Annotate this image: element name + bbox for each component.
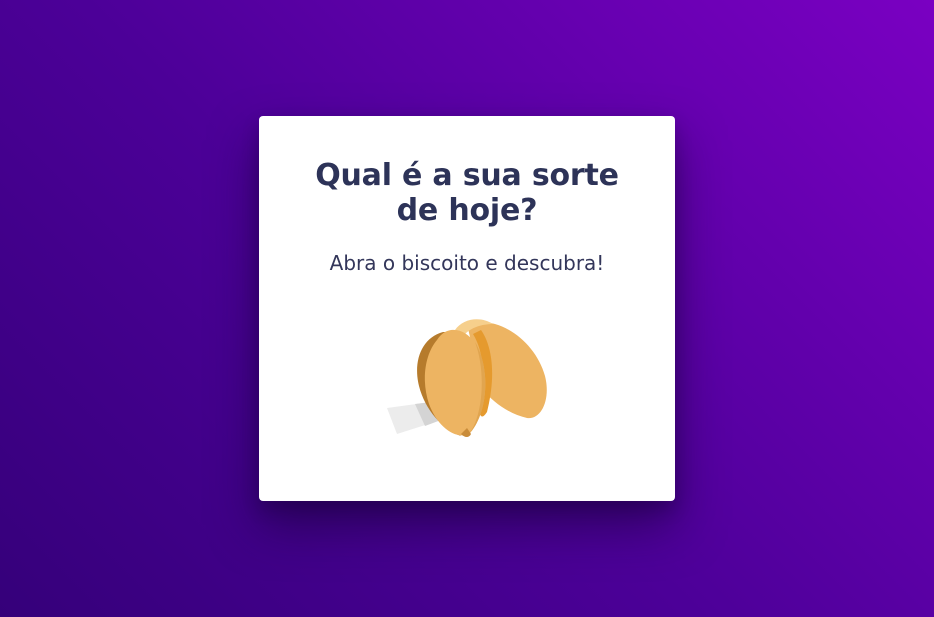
- card-title: Qual é a sua sorte de hoje?: [315, 158, 619, 228]
- fortune-cookie-icon: [387, 319, 547, 437]
- fortune-card: Qual é a sua sorte de hoje? Abra o bisco…: [259, 116, 675, 501]
- fortune-cookie-button[interactable]: [385, 314, 549, 442]
- card-subtitle: Abra o biscoito e descubra!: [329, 251, 605, 275]
